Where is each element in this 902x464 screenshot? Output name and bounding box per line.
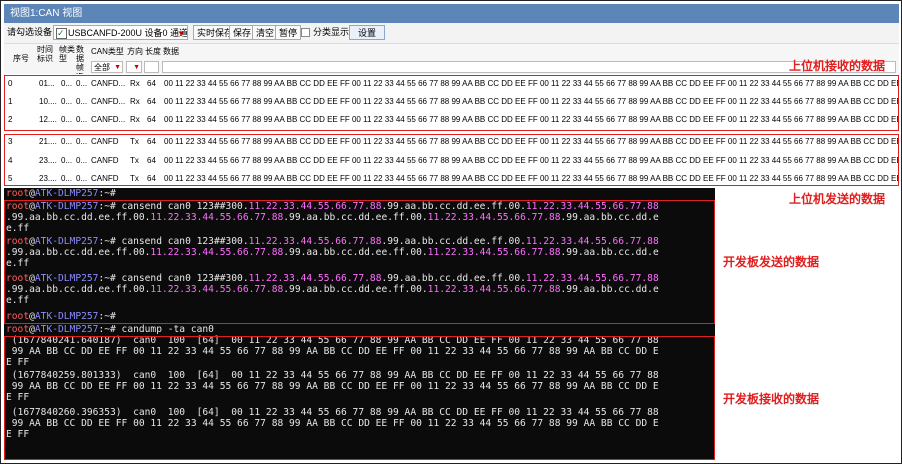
device-select[interactable]: USBCANFD-200U 设备0 通道0 ▼ xyxy=(53,25,188,40)
direction-filter[interactable]: ▼ xyxy=(126,61,142,73)
chevron-down-icon[interactable]: ▼ xyxy=(133,62,140,74)
col-seq[interactable]: 序号 xyxy=(13,54,29,63)
device-checkbox[interactable] xyxy=(56,26,67,39)
screenshot-frame: 视图1:CAN 视图 请勾选设备 USBCANFD-200U 设备0 通道0 ▼… xyxy=(0,0,902,464)
classify-label: 分类显示 xyxy=(313,27,350,37)
host-receive-annotation: 上位机接收的数据 xyxy=(789,59,886,73)
col-can-type[interactable]: CAN类型 xyxy=(91,47,124,56)
col-data[interactable]: 数据 xyxy=(163,47,179,56)
window-title-bar: 视图1:CAN 视图 xyxy=(4,4,899,23)
grid-header: 序号 时间标识 帧类型 数据帧ID CAN类型 方向 长度 数据 全部 ▼ ▼ xyxy=(4,44,899,81)
terminal-line: root@ATK-DLMP257:~# candump -ta can0 xyxy=(6,324,214,335)
window-title: 视图1:CAN 视图 xyxy=(10,8,83,19)
board-receive-annotation: 开发板接收的数据 xyxy=(723,392,820,406)
board-receive-box xyxy=(4,336,715,460)
board-send-box xyxy=(4,200,715,324)
prompt-user: root xyxy=(6,324,30,335)
device-name: USBCANFD-200U 设备0 通道0 xyxy=(68,28,188,38)
settings-button[interactable]: 设置 xyxy=(349,25,386,40)
terminal-line: root@ATK-DLMP257:~# xyxy=(6,188,116,199)
data-filter[interactable] xyxy=(162,61,896,73)
device-select-label: 请勾选设备 xyxy=(7,27,53,37)
length-filter[interactable] xyxy=(144,61,159,73)
chevron-down-icon[interactable]: ▼ xyxy=(114,62,121,74)
pause-button[interactable]: 暂停 xyxy=(275,25,302,40)
prompt-host: ATK-DLMP257 xyxy=(34,324,99,335)
col-direction[interactable]: 方向 xyxy=(127,47,143,56)
board-send-annotation: 开发板发送的数据 xyxy=(723,255,820,269)
host-send-box xyxy=(4,134,899,186)
can-type-filter-value: 全部 xyxy=(94,63,110,72)
classify-checkbox[interactable] xyxy=(301,28,310,37)
host-receive-box xyxy=(4,75,899,131)
chevron-down-icon[interactable]: ▼ xyxy=(177,26,185,39)
prompt-suffix: :~# xyxy=(98,188,116,199)
prompt-user: root xyxy=(6,188,30,199)
prompt-suffix: :~# xyxy=(98,324,116,335)
toolbar: 请勾选设备 USBCANFD-200U 设备0 通道0 ▼ 实时保存 保存 清空… xyxy=(4,23,899,44)
prompt-host: ATK-DLMP257 xyxy=(34,188,99,199)
host-send-annotation: 上位机发送的数据 xyxy=(789,192,886,206)
col-length[interactable]: 长度 xyxy=(145,47,161,56)
command-text: candump -ta can0 xyxy=(115,324,214,335)
can-type-filter[interactable]: 全部 ▼ xyxy=(91,61,123,73)
col-time[interactable]: 时间标识 xyxy=(37,45,55,63)
col-frame-type[interactable]: 帧类型 xyxy=(59,45,77,63)
